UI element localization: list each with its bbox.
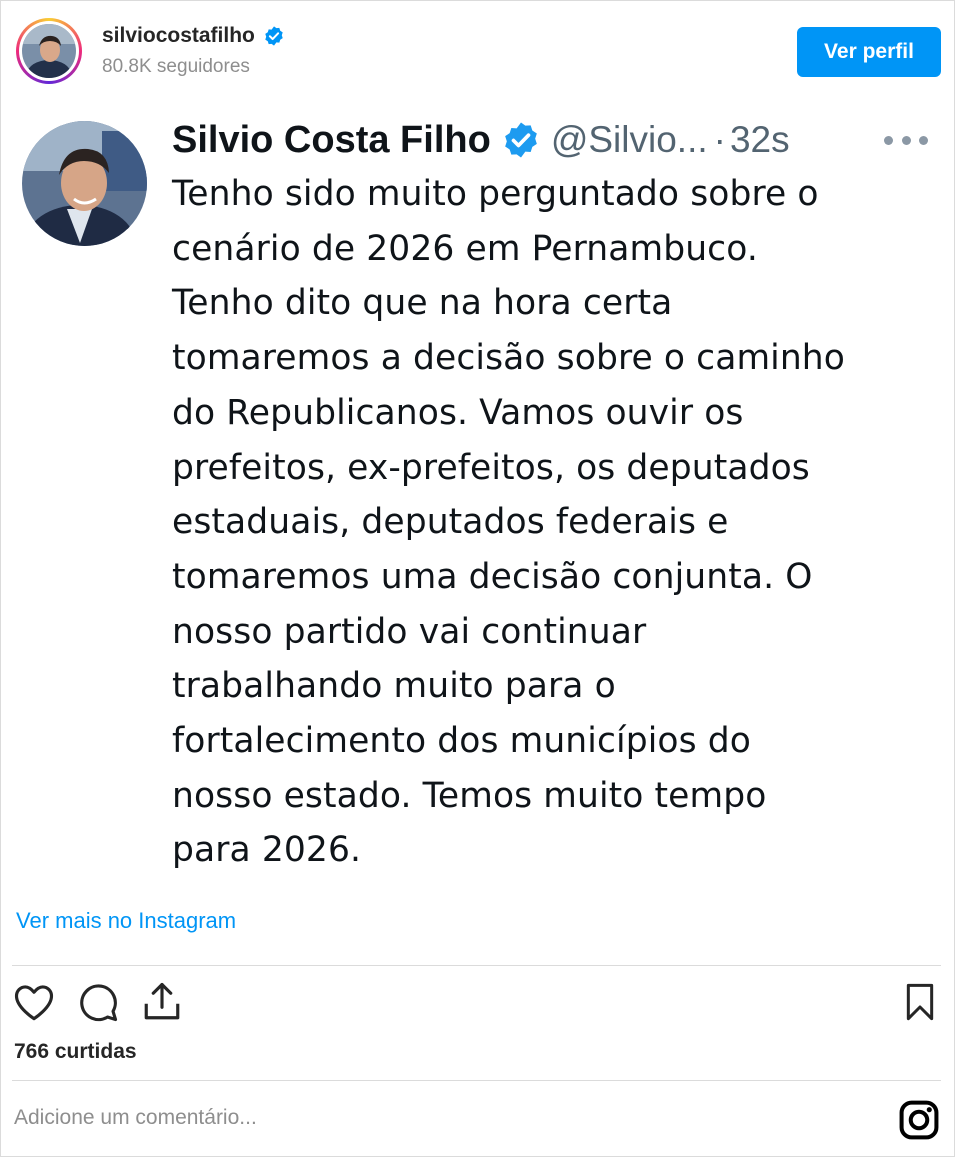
view-profile-button[interactable]: Ver perfil [797,27,941,77]
divider [12,965,941,966]
instagram-logo-icon[interactable] [897,1098,941,1142]
tweet-time: 32s [729,119,790,160]
tweet-separator: · [713,119,726,160]
tweet-header: Silvio Costa Filho @Silvio... · 32s [172,115,790,165]
username[interactable]: silviocostafilho [102,24,285,48]
username-text: silviocostafilho [102,24,255,47]
tweet-text: Tenho sido muito perguntado sobre o cená… [172,174,845,871]
verified-badge-icon [265,26,283,46]
divider [12,1080,941,1081]
tweet-avatar [22,121,147,246]
see-more-link[interactable]: Ver mais no Instagram [16,908,236,934]
likes-count: 766 curtidas [14,1040,137,1063]
more-options-icon [884,132,928,148]
bookmark-icon[interactable] [898,980,942,1024]
tweet-handle: @Silvio... [550,119,708,160]
post-header: silviocostafilho 80.8K seguidores Ver pe… [0,0,957,100]
share-icon[interactable] [140,980,184,1024]
tweet-verified-icon [504,122,537,158]
heart-icon[interactable] [12,980,56,1024]
tweet-display-name: Silvio Costa Filho [172,118,491,161]
comment-input[interactable]: Adicione um comentário... [14,1106,257,1130]
profile-avatar[interactable] [16,18,82,84]
avatar-photo [22,24,76,78]
followers-count: 80.8K seguidores [102,56,250,77]
comment-icon[interactable] [76,980,120,1024]
tweet-avatar-photo [22,121,147,246]
